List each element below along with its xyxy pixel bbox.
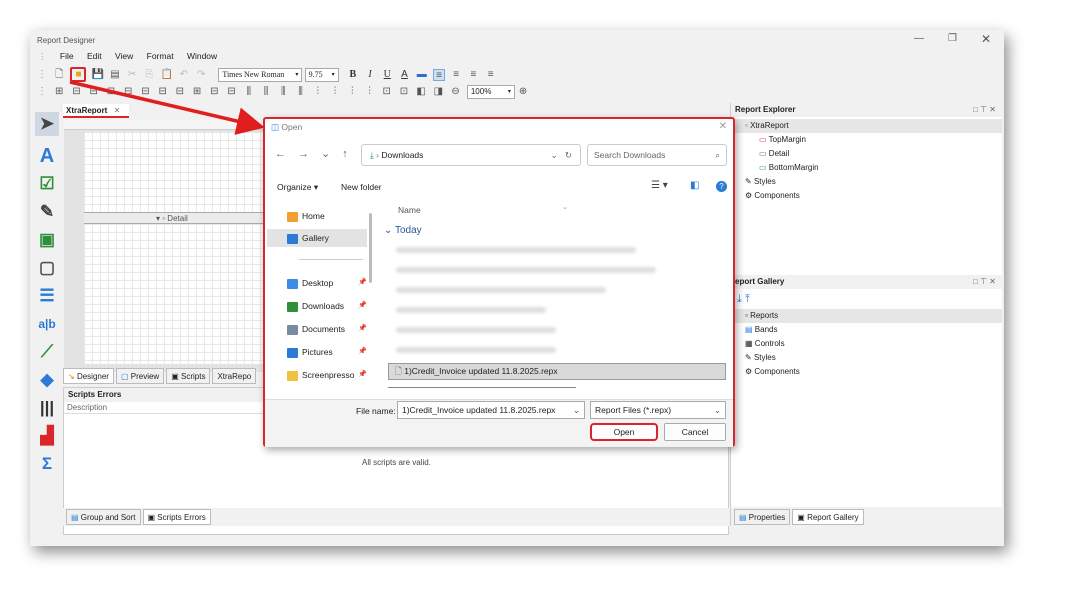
group-today[interactable]: ⌄ Today [384,225,422,236]
nav-screenpresso[interactable]: Screenpresso 📌 [287,366,373,384]
cancel-button[interactable]: Cancel [664,423,726,441]
search-input[interactable]: Search Downloads ⌕ [587,144,727,166]
organize-button[interactable]: Organize ▾ [277,182,318,193]
nav-documents[interactable]: Documents 📌 [287,320,373,338]
view-options-icon[interactable]: ☰ ▾ [651,180,668,191]
home-icon [287,211,298,222]
file-name-label: File name: [356,406,396,416]
dialog-close-button[interactable]: ✕ [719,121,727,132]
downloads-icon [287,301,298,312]
pin-icon: 📌 [358,325,367,332]
gallery-icon [287,233,298,244]
refresh-icon[interactable]: ⌄ ↻ [551,145,572,165]
desktop-icon [287,278,298,289]
forward-icon[interactable]: → [298,148,321,160]
file-row-selected[interactable]: 🗋 1)Credit_Invoice updated 11.8.2025.rep… [388,363,726,380]
folder-icon [287,370,298,381]
nav-divider [299,259,363,260]
pin-icon: 📌 [358,371,367,378]
file-list: Name ⌄ ⌄ Today 🗋 1)Credit_Invoice update… [380,203,730,399]
dialog-icon: ◫ [271,122,280,132]
file-icon: 🗋 [395,366,402,376]
list-divider [388,387,576,388]
nav-scrollbar[interactable] [369,213,372,283]
nav-arrows: ←→⌄↑ [275,147,360,160]
back-icon[interactable]: ← [275,148,298,160]
nav-desktop[interactable]: Desktop 📌 [287,274,373,292]
downloads-icon: ⤓ [370,150,374,160]
file-name-input[interactable]: 1)Credit_Invoice updated 11.8.2025.repx ⌄ [397,401,585,419]
documents-icon [287,324,298,335]
open-button[interactable]: Open [590,423,658,441]
nav-downloads[interactable]: Downloads 📌 [287,297,373,315]
pictures-icon [287,347,298,358]
pin-icon: 📌 [358,302,367,309]
search-icon: ⌕ [715,150,720,160]
sort-indicator-icon: ⌄ [562,204,568,211]
navigation-pane: Home Gallery Desktop 📌 Downloads 📌 Documen… [265,203,373,399]
address-bar[interactable]: ⤓ › Downloads ⌄ ↻ [361,144,581,166]
nav-gallery[interactable]: Gallery [267,229,367,247]
file-type-select[interactable]: Report Files (*.repx) ⌄ [590,401,726,419]
pin-icon: 📌 [358,348,367,355]
recent-icon[interactable]: ⌄ [321,148,342,160]
dialog-title-bar: ◫ Open [271,122,303,132]
preview-pane-icon[interactable]: ◧ [690,180,699,191]
up-icon[interactable]: ↑ [342,148,360,160]
chevron-down-icon: ⌄ [572,405,580,415]
column-name[interactable]: Name [398,205,421,215]
nav-pictures[interactable]: Pictures 📌 [287,343,373,361]
help-icon[interactable]: ? [716,181,727,192]
chevron-down-icon: ⌄ [713,405,721,415]
pin-icon: 📌 [358,279,367,286]
open-dialog: ◫ Open ✕ ←→⌄↑ ⤓ › Downloads ⌄ ↻ Search Do… [263,117,735,447]
nav-home[interactable]: Home [287,207,325,225]
new-folder-button[interactable]: New folder [341,182,382,192]
